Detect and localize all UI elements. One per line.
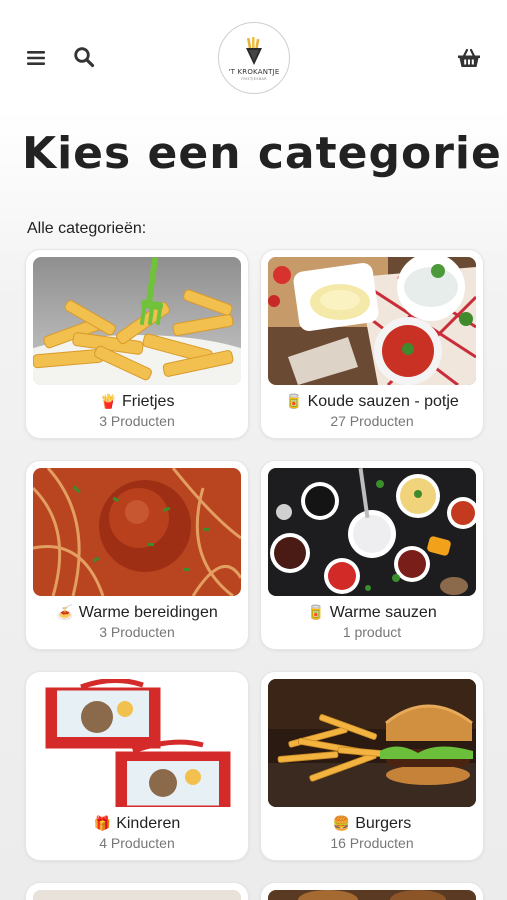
category-card-warme-bereidingen[interactable]: 🍝 Warme bereidingen 3 Producten [26,461,248,649]
category-card-koude-sauzen[interactable]: 🥫 Koude sauzen - potje 27 Producten [261,250,483,438]
category-card-warme-sauzen[interactable]: 🥫 Warme sauzen 1 product [261,461,483,649]
category-name-text: Warme bereidingen [78,604,218,621]
category-image [33,890,241,900]
brand-logo[interactable]: 'T KROKANTJE FRIETJESBAR [218,22,290,94]
category-name: 🥫 Koude sauzen - potje [268,393,476,411]
page-title: Kies een categorie [22,128,502,179]
category-card-frietjes[interactable]: 🍟 Frietjes 3 Producten [26,250,248,438]
category-card-kinderen[interactable]: 🎁 Kinderen 4 Producten [26,672,248,860]
burger-emoji-icon: 🍔 [332,816,351,832]
category-image [268,890,476,900]
search-icon [74,47,95,68]
category-count: 3 Producten [99,413,175,429]
fries-emoji-icon: 🍟 [99,394,117,410]
category-name-text: Warme sauzen [329,604,437,621]
cold-sauces-image [268,257,476,385]
sauce-can-emoji-icon: 🥫 [307,605,325,621]
spaghetti-emoji-icon: 🍝 [56,605,74,621]
category-card-partial[interactable] [26,883,248,900]
category-count: 16 Producten [330,835,414,851]
hamburger-menu-icon [27,51,45,65]
category-count: 1 product [342,624,402,640]
fries-image [33,257,241,385]
category-name: 🥫 Warme sauzen [268,604,476,622]
category-card-burgers[interactable]: 🍔 Burgers 16 Producten [261,672,483,860]
logo-subtitle: FRIETJESBAR [241,76,267,81]
category-name-text: Kinderen [116,815,181,832]
category-count: 27 Producten [330,413,414,429]
cart-button[interactable] [453,42,485,74]
category-name-text: Frietjes [121,393,175,410]
category-name: 🍟 Frietjes [33,393,241,411]
category-name-text: Koude sauzen - potje [307,393,459,410]
category-name: 🍝 Warme bereidingen [33,604,241,622]
warm-sauces-image [268,468,476,596]
search-button[interactable] [68,41,100,73]
logo-name: 'T KROKANTJE [228,67,280,76]
gift-emoji-icon: 🎁 [93,816,112,832]
category-name-text: Burgers [355,815,412,832]
category-count: 4 Producten [99,835,175,851]
category-card-partial[interactable] [261,883,483,900]
category-grid: 🍟 Frietjes 3 Producten 🥫 Koude sauzen - … [26,250,483,900]
category-name: 🎁 Kinderen [33,815,241,833]
meatball-spaghetti-image [33,468,241,596]
category-name: 🍔 Burgers [268,815,476,833]
app-header: 'T KROKANTJE FRIETJESBAR [0,0,507,110]
sauce-can-emoji-icon: 🥫 [285,394,303,410]
menu-button[interactable] [20,42,52,74]
fries-cone-logo-icon [246,36,262,65]
basket-icon [458,48,480,67]
kids-boxes-image [33,679,241,807]
section-label: Alle categorieën: [27,220,147,237]
category-count: 3 Producten [99,624,175,640]
burger-image [268,679,476,807]
